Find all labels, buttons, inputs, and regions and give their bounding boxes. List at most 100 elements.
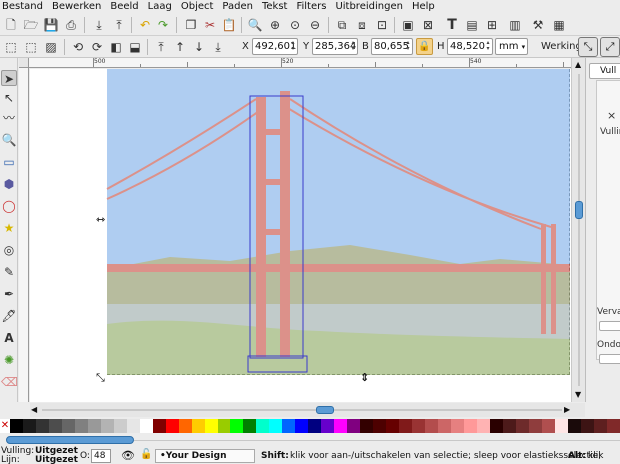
rotate-cw-icon[interactable]: ⟳ xyxy=(89,39,105,55)
open-icon[interactable]: 🗁 xyxy=(23,17,39,33)
select-all-layers-icon[interactable]: ⬚ xyxy=(23,39,39,55)
unlink-clone-icon[interactable]: ⊡ xyxy=(374,17,390,33)
print-icon[interactable]: ⎙ xyxy=(63,17,79,33)
text-tool-icon[interactable]: A xyxy=(1,330,17,346)
raise-to-top-icon[interactable]: ⤒ xyxy=(153,39,169,55)
color-swatch[interactable] xyxy=(22,419,36,433)
color-swatch[interactable] xyxy=(593,419,607,433)
color-swatch[interactable] xyxy=(515,419,529,433)
layer-select[interactable]: •Your Design xyxy=(155,449,255,463)
cut-icon[interactable]: ✂ xyxy=(202,17,218,33)
eraser-tool-icon[interactable]: ⌫ xyxy=(1,374,18,390)
color-swatch[interactable] xyxy=(308,419,322,433)
drawing-canvas[interactable]: ⇿ ⤡ ⇕ xyxy=(30,69,571,402)
menu-bestand[interactable]: Bestand xyxy=(2,1,43,13)
3d-box-tool-icon[interactable]: ⬢ xyxy=(1,176,17,192)
calligraphy-tool-icon[interactable]: 🖋 xyxy=(1,308,17,324)
zoom-width-icon[interactable]: ⊖ xyxy=(307,17,323,33)
y-spin[interactable]: ▴ ▾ xyxy=(350,40,356,53)
color-swatch[interactable] xyxy=(87,419,101,433)
flip-horizontal-icon[interactable]: ◧ xyxy=(108,39,124,55)
paste-icon[interactable]: 📋 xyxy=(221,17,237,33)
color-swatch[interactable] xyxy=(567,419,581,433)
scale-stroke-button[interactable]: ⤡ xyxy=(578,37,598,57)
color-swatch[interactable] xyxy=(100,419,114,433)
color-swatch[interactable] xyxy=(463,419,477,433)
horizontal-scrollbar[interactable]: ◀ ▶ xyxy=(30,403,585,417)
zoom-drawing-icon[interactable]: ⊕ xyxy=(267,17,283,33)
color-swatch[interactable] xyxy=(425,419,438,433)
color-swatch[interactable] xyxy=(243,419,257,433)
color-swatch[interactable] xyxy=(61,419,75,433)
pen-tool-icon[interactable]: ✒ xyxy=(1,286,17,302)
scale-handle-bottom-icon[interactable]: ⇕ xyxy=(360,371,369,384)
scale-handle-bottomleft-icon[interactable]: ⤡ xyxy=(96,371,105,385)
color-swatch[interactable] xyxy=(347,419,361,433)
ungroup-icon[interactable]: ⊠ xyxy=(420,17,436,33)
rotate-ccw-icon[interactable]: ⟲ xyxy=(70,39,86,55)
color-swatch[interactable] xyxy=(437,419,451,433)
export-icon[interactable]: ⤒ xyxy=(111,17,127,33)
flip-vertical-icon[interactable]: ⬓ xyxy=(127,39,143,55)
node-tool-icon[interactable]: ↖ xyxy=(1,90,17,106)
color-swatch[interactable] xyxy=(606,419,620,433)
lower-to-bottom-icon[interactable]: ⤓ xyxy=(210,39,226,55)
color-swatch[interactable] xyxy=(74,419,88,433)
copy-icon[interactable]: ❐ xyxy=(183,17,199,33)
color-swatch[interactable] xyxy=(126,419,140,433)
panel-tab-fill[interactable]: Vull xyxy=(589,63,620,79)
y-field[interactable]: 285,364 ▴ ▾ xyxy=(312,38,358,55)
lock-ratio-button[interactable]: 🔒 xyxy=(416,38,433,55)
zoom-tool-icon[interactable]: 🔍 xyxy=(1,132,17,148)
select-all-icon[interactable]: ⬚ xyxy=(3,39,19,55)
color-swatch[interactable] xyxy=(295,419,309,433)
menu-object[interactable]: Object xyxy=(181,1,214,13)
save-icon[interactable]: 💾 xyxy=(43,17,59,33)
blur-slider[interactable] xyxy=(599,321,620,331)
b-spin[interactable]: ▴ ▾ xyxy=(405,40,411,53)
menu-tekst[interactable]: Tekst xyxy=(262,1,287,13)
color-swatch[interactable] xyxy=(580,419,594,433)
menu-help[interactable]: Help xyxy=(412,1,435,13)
color-swatch[interactable] xyxy=(412,419,425,433)
clone-icon[interactable]: ⧈ xyxy=(354,17,370,33)
color-swatch[interactable] xyxy=(165,419,179,433)
x-spin[interactable]: ▴ ▾ xyxy=(290,40,296,53)
color-swatch[interactable] xyxy=(554,419,568,433)
scale-handle-left-icon[interactable]: ⇿ xyxy=(96,213,105,226)
duplicate-icon[interactable]: ⧉ xyxy=(334,17,350,33)
group-icon[interactable]: ▣ xyxy=(400,17,416,33)
scroll-down-icon[interactable]: ▼ xyxy=(575,390,581,399)
color-swatch[interactable] xyxy=(450,419,464,433)
spiral-tool-icon[interactable]: ◎ xyxy=(1,242,17,258)
redo-icon[interactable]: ↷ xyxy=(155,17,171,33)
rectangle-tool-icon[interactable]: ▭ xyxy=(1,154,17,170)
x-field[interactable]: 492,601 ▴ ▾ xyxy=(252,38,298,55)
tweak-tool-icon[interactable]: 〰 xyxy=(1,110,17,126)
import-icon[interactable]: ⤓ xyxy=(91,17,107,33)
close-icon[interactable]: × xyxy=(607,109,616,122)
color-swatch[interactable] xyxy=(334,419,348,433)
color-swatch[interactable] xyxy=(373,419,387,433)
layer-lock-icon[interactable]: 🔓 xyxy=(140,449,152,460)
color-swatch[interactable] xyxy=(139,419,153,433)
menu-laag[interactable]: Laag xyxy=(148,1,172,13)
opacity-field[interactable]: 48 xyxy=(91,449,111,463)
color-swatch[interactable] xyxy=(178,419,192,433)
scale-corners-button[interactable]: ⤢ xyxy=(600,37,620,57)
scroll-right-icon[interactable]: ▶ xyxy=(564,405,570,414)
vertical-ruler[interactable] xyxy=(19,68,29,402)
color-swatch[interactable] xyxy=(399,419,413,433)
color-swatch[interactable] xyxy=(256,419,270,433)
deselect-icon[interactable]: ▨ xyxy=(43,39,59,55)
color-swatch[interactable] xyxy=(230,419,244,433)
new-document-icon[interactable]: 🗋 xyxy=(3,17,19,33)
color-swatch[interactable] xyxy=(321,419,335,433)
hscroll-thumb[interactable] xyxy=(316,406,334,414)
vscroll-thumb[interactable] xyxy=(575,201,583,219)
ellipse-tool-icon[interactable]: ◯ xyxy=(1,198,17,214)
zoom-selection-icon[interactable]: 🔍 xyxy=(247,17,263,33)
color-swatch[interactable] xyxy=(502,419,516,433)
color-swatch[interactable] xyxy=(48,419,62,433)
layer-visibility-icon[interactable]: 👁 xyxy=(121,449,135,462)
